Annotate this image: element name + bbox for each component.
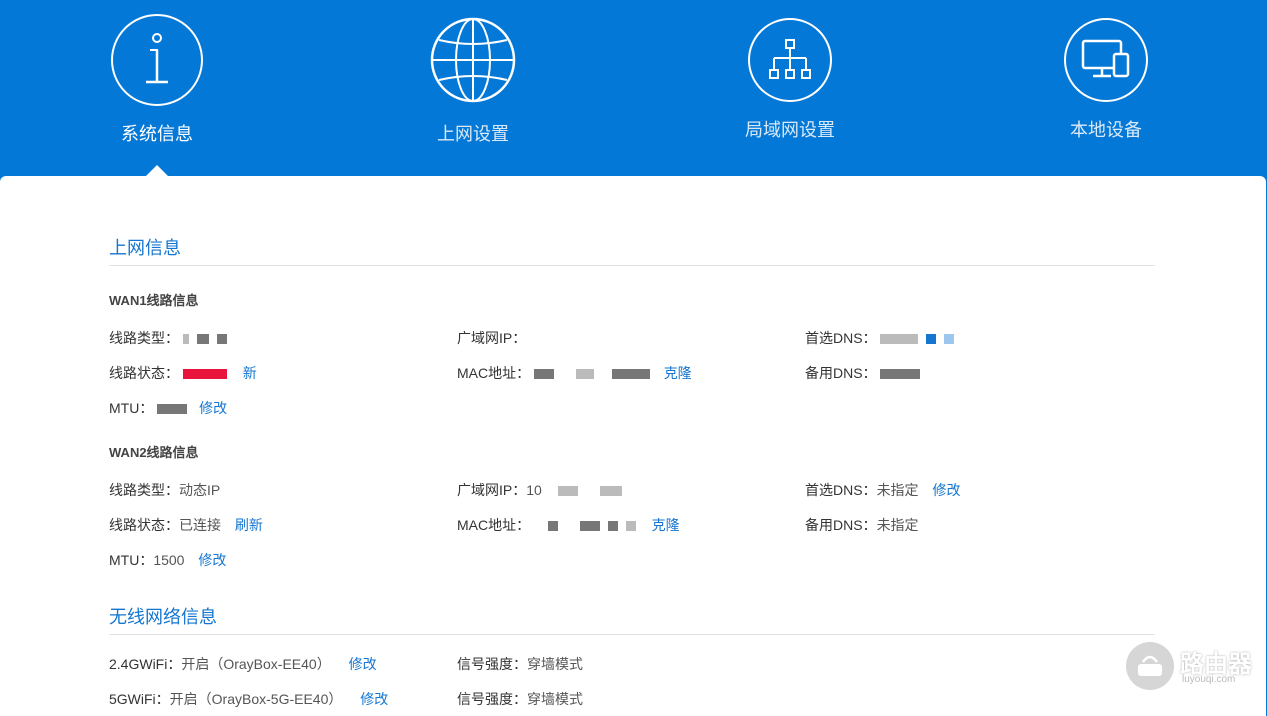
redacted-mac: [579, 521, 600, 532]
redacted-mac: [611, 369, 650, 380]
redacted-ip: [599, 486, 622, 497]
wan2-mac-clone-link[interactable]: 克隆: [652, 517, 680, 533]
wan2-status-label: 线路状态：: [109, 517, 179, 533]
wan1-type-label: 线路类型：: [109, 330, 179, 346]
wan1-mtu-label: MTU：: [109, 400, 154, 416]
wan1-refresh-link[interactable]: 新: [243, 365, 257, 381]
wan2-dns1-label: 首选DNS：: [805, 482, 877, 498]
wan1-mac-label: MAC地址：: [457, 365, 531, 381]
wan2-type-label: 线路类型：: [109, 482, 179, 498]
wan2-title: WAN2线路信息: [109, 445, 199, 460]
wifi5-edit-link[interactable]: 修改: [360, 691, 388, 707]
wireless-info-title: 无线网络信息: [109, 607, 217, 627]
wan1-mac-row: MAC地址： 克隆: [457, 363, 692, 383]
redacted-dns: [926, 334, 937, 345]
wan2-type-value: 动态IP: [179, 482, 221, 498]
wan2-mac-label: MAC地址：: [457, 517, 531, 533]
wan2-status-row: 线路状态：已连接 刷新: [109, 515, 263, 535]
wan1-mtu-edit-link[interactable]: 修改: [199, 400, 227, 416]
nav-system-info-label: 系统信息: [121, 124, 193, 144]
wan2-status-value: 已连接: [179, 517, 221, 533]
wan2-type-row: 线路类型：动态IP: [109, 480, 220, 500]
wan2-refresh-link[interactable]: 刷新: [235, 517, 263, 533]
redacted-mac: [548, 521, 559, 532]
redacted-mac: [607, 521, 618, 532]
wan1-dns1-label: 首选DNS：: [805, 330, 877, 346]
active-tab-pointer: [146, 165, 168, 176]
wifi5-value: 开启（OrayBox-5G-EE40）: [169, 691, 343, 707]
wifi24-signal-row: 信号强度：穿墙模式: [457, 654, 583, 674]
section-divider: [109, 265, 1155, 266]
wifi5-signal-value: 穿墙模式: [527, 691, 583, 707]
wifi24-label: 2.4GWiFi：: [109, 656, 182, 672]
wan1-mac-clone-link[interactable]: 克隆: [664, 365, 692, 381]
router-logo-icon: [1126, 642, 1174, 690]
wan2-mtu-value: 1500: [153, 552, 185, 568]
network-icon: [748, 18, 832, 102]
wifi24-edit-link[interactable]: 修改: [349, 656, 377, 672]
wifi5-signal-row: 信号强度：穿墙模式: [457, 689, 583, 709]
content-panel: 上网信息 WAN1线路信息 线路类型： 线路状态： 新 MTU： 修改 广域网I…: [0, 176, 1266, 716]
redacted-dns: [880, 334, 919, 345]
wifi5-signal-label: 信号强度：: [457, 691, 527, 707]
wan2-dns1-row: 首选DNS：未指定 修改: [805, 480, 960, 500]
wifi24-row: 2.4GWiFi：开启（OrayBox-EE40） 修改: [109, 654, 377, 674]
wan1-status-label: 线路状态：: [109, 365, 179, 381]
wan2-wan-ip-label: 广域网IP：: [457, 482, 527, 498]
wan2-mtu-label: MTU：: [109, 552, 154, 568]
wan2-dns1-edit-link[interactable]: 修改: [932, 482, 960, 498]
redacted-dns: [944, 334, 955, 345]
watermark-subtext: luyouqi.com: [1182, 674, 1236, 685]
wan2-dns1-value: 未指定: [876, 482, 919, 498]
redacted-ip: [557, 486, 578, 497]
redacted-status: [182, 369, 227, 380]
wan2-mac-row: MAC地址： 克隆: [457, 515, 680, 535]
redacted-value: [182, 334, 189, 345]
wan1-title: WAN1线路信息: [109, 293, 199, 308]
wan1-wan-ip-row: 广域网IP：: [457, 328, 526, 348]
info-icon: [111, 14, 203, 106]
wan1-status-row: 线路状态： 新: [109, 363, 257, 383]
wan1-wan-ip-label: 广域网IP：: [457, 330, 527, 346]
wan1-mtu-row: MTU： 修改: [109, 398, 227, 418]
redacted-dns: [880, 369, 921, 380]
wan2-wan-ip-value: 10: [526, 482, 542, 498]
wifi24-signal-label: 信号强度：: [457, 656, 527, 672]
wifi24-signal-value: 穿墙模式: [527, 656, 583, 672]
wan2-dns2-value: 未指定: [876, 517, 919, 533]
wan2-dns2-row: 备用DNS：未指定: [805, 515, 919, 535]
redacted-mac: [575, 369, 594, 380]
nav-local-devices-label: 本地设备: [1070, 120, 1142, 140]
nav-lan-settings[interactable]: 局域网设置: [710, 14, 870, 164]
top-navigation: 系统信息 上网设置 局域网设置 本地设备: [0, 0, 1267, 176]
nav-system-info[interactable]: 系统信息: [77, 14, 237, 164]
wan2-mtu-edit-link[interactable]: 修改: [198, 552, 226, 568]
wifi5-row: 5GWiFi：开启（OrayBox-5G-EE40） 修改: [109, 689, 388, 709]
wan1-type-row: 线路类型：: [109, 328, 231, 348]
redacted-value: [196, 334, 209, 345]
internet-info-title: 上网信息: [109, 238, 181, 258]
nav-internet-settings[interactable]: 上网设置: [393, 14, 553, 164]
wan1-dns2-label: 备用DNS：: [805, 365, 877, 381]
wan1-dns1-row: 首选DNS：: [805, 328, 958, 348]
wan2-mtu-row: MTU：1500 修改: [109, 550, 226, 570]
nav-lan-settings-label: 局域网设置: [745, 120, 835, 140]
devices-icon: [1064, 18, 1148, 102]
wan2-dns2-label: 备用DNS：: [805, 517, 877, 533]
nav-internet-settings-label: 上网设置: [437, 124, 509, 144]
section-divider: [109, 634, 1155, 635]
redacted-value: [216, 334, 227, 345]
wan1-dns2-row: 备用DNS：: [805, 363, 924, 383]
wan2-wan-ip-row: 广域网IP：10: [457, 480, 626, 500]
nav-local-devices[interactable]: 本地设备: [1026, 14, 1186, 164]
wifi24-value: 开启（OrayBox-EE40）: [181, 656, 331, 672]
redacted-mac: [625, 521, 636, 532]
wifi5-label: 5GWiFi：: [109, 691, 170, 707]
globe-icon: [427, 14, 519, 106]
redacted-mtu: [157, 404, 188, 415]
watermark: 路由器 luyouqi.com: [1126, 642, 1256, 692]
redacted-mac: [534, 369, 555, 380]
